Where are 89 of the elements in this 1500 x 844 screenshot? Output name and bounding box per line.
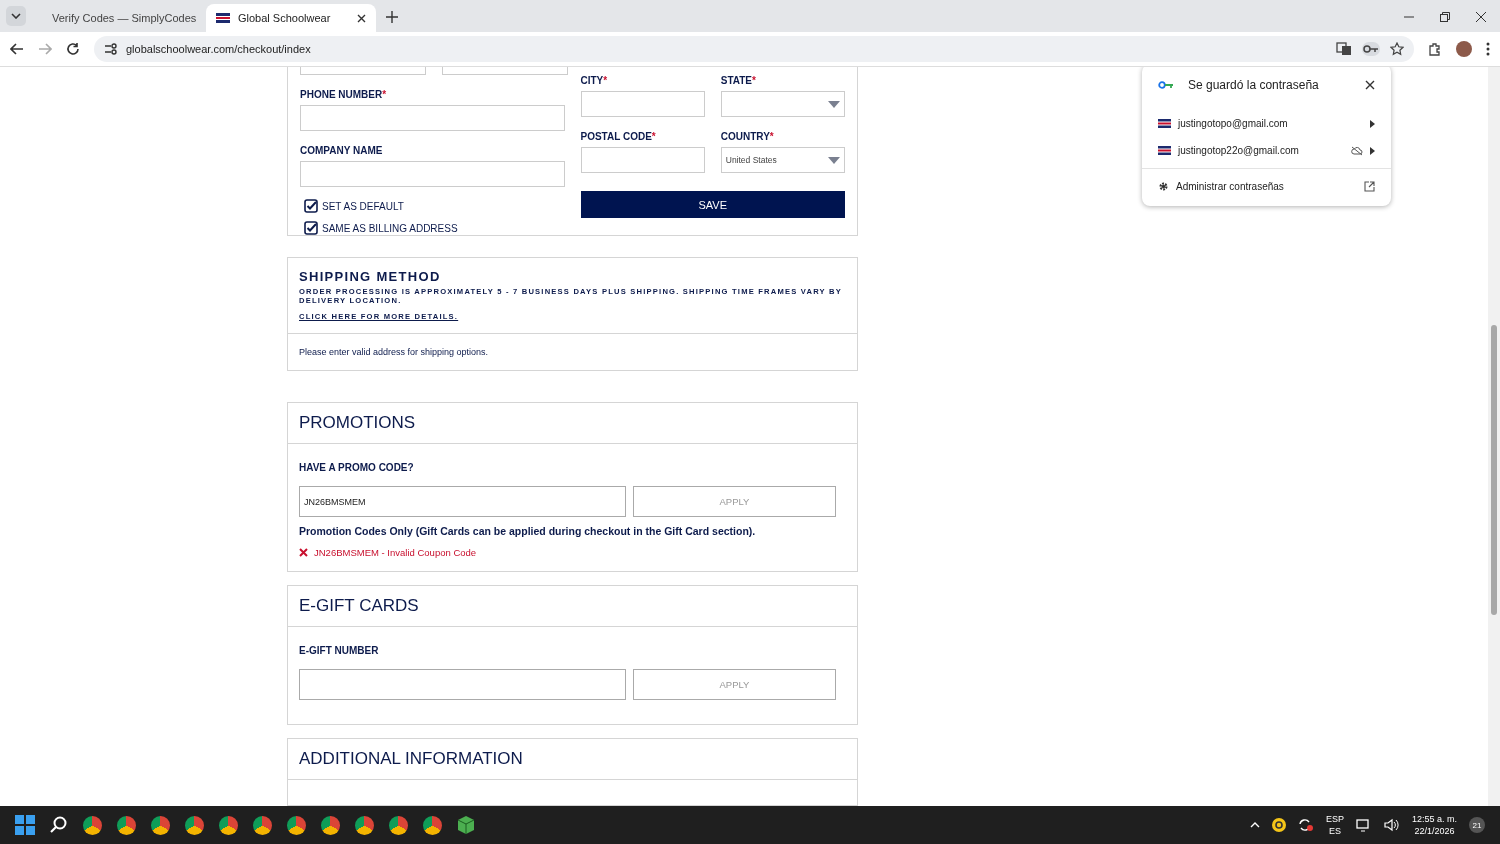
scrollbar[interactable] <box>1488 67 1500 806</box>
key-icon <box>1158 81 1174 89</box>
browser-app-icon[interactable] <box>117 815 136 835</box>
saved-account-item[interactable]: justingotop22o@gmail.com <box>1142 137 1391 164</box>
field-label: CITY* <box>580 75 609 86</box>
save-button[interactable]: SAVE <box>580 191 845 218</box>
section-title: ADDITIONAL INFORMATION <box>299 749 523 769</box>
checkbox-label: SET AS DEFAULT <box>322 200 404 212</box>
start-icon[interactable] <box>15 815 35 835</box>
error-message: JN26BMSMEM - Invalid Coupon Code <box>314 547 477 558</box>
caret-icon <box>11 13 21 19</box>
field-label: E-GIFT NUMBER <box>299 645 380 656</box>
dropdown[interactable]: United States <box>720 147 845 173</box>
field-label: STATE* <box>720 75 757 86</box>
promo-code-field[interactable]: JN26BMSMEM <box>299 486 626 517</box>
browser-tab[interactable]: Verify Codes — SimplyCodes <box>34 4 204 32</box>
input-field[interactable] <box>580 147 705 173</box>
browser-app-icon[interactable] <box>253 815 272 835</box>
checkbox[interactable] <box>304 199 318 213</box>
close-icon[interactable] <box>1476 12 1486 22</box>
external-link-icon <box>1364 181 1375 192</box>
shipping-message: Please enter valid address for shipping options. <box>299 347 489 357</box>
key-icon[interactable] <box>1362 42 1380 56</box>
checkbox-label: SAME AS BILLING ADDRESS <box>322 222 458 234</box>
browser-app-icon[interactable] <box>389 815 408 835</box>
saved-account-item[interactable]: justingotopo@gmail.com <box>1142 110 1391 137</box>
reload-icon[interactable] <box>66 42 80 56</box>
input-field[interactable] <box>300 161 565 187</box>
gift-number-field[interactable] <box>299 669 626 700</box>
browser-app-icon[interactable] <box>83 815 102 835</box>
browser-app-icon[interactable] <box>151 815 170 835</box>
field-label: PHONE NUMBER* <box>300 89 388 100</box>
browser-app-icon[interactable] <box>321 815 340 835</box>
chevron-up-icon[interactable] <box>1249 822 1260 828</box>
browser-app-icon[interactable] <box>423 815 442 835</box>
keyboard-layout-indicator[interactable]: ES <box>1328 826 1341 836</box>
translate-icon[interactable] <box>1336 42 1352 56</box>
browser-app-icon[interactable] <box>185 815 204 835</box>
field-label: COMPANY NAME <box>300 145 384 156</box>
browser-tab[interactable]: Global Schoolwear <box>206 4 376 32</box>
cube-icon[interactable] <box>457 815 475 835</box>
field-label: HAVE A PROMO CODE? <box>299 462 415 473</box>
sync-icon[interactable] <box>1297 818 1314 832</box>
input-field[interactable] <box>442 67 568 75</box>
notification-badge[interactable]: 21 <box>1469 817 1485 833</box>
browser-app-icon[interactable] <box>287 815 306 835</box>
language-indicator[interactable]: ESP <box>1325 814 1344 824</box>
field-label: POSTAL CODE* <box>580 131 657 142</box>
flag-icon <box>216 13 230 23</box>
flag-icon <box>1158 119 1171 128</box>
input-field[interactable] <box>300 105 565 131</box>
arrow-right-icon[interactable] <box>1370 146 1375 155</box>
caret-icon <box>828 100 840 108</box>
tab-list-button[interactable] <box>6 6 26 26</box>
back-icon[interactable] <box>10 43 24 55</box>
volume-icon[interactable] <box>1383 818 1400 832</box>
input-field[interactable] <box>300 67 426 75</box>
search-icon[interactable] <box>50 816 68 834</box>
input-field[interactable] <box>580 91 705 117</box>
coin-icon[interactable] <box>1271 818 1286 832</box>
restore-icon[interactable] <box>1440 12 1450 22</box>
puzzle-icon[interactable] <box>1428 42 1442 56</box>
site-settings-icon[interactable] <box>104 43 118 55</box>
arrow-right-icon[interactable] <box>1370 119 1375 128</box>
popup-title: Se guardó la contraseña <box>1188 78 1320 92</box>
checkbox[interactable] <box>304 221 318 235</box>
profile-avatar[interactable] <box>1456 41 1472 57</box>
error-icon <box>299 548 308 557</box>
new-tab-icon[interactable] <box>386 11 398 23</box>
browser-app-icon[interactable] <box>219 815 238 835</box>
network-icon[interactable] <box>1355 818 1372 832</box>
cloud-off-icon <box>1351 145 1363 156</box>
close-icon[interactable] <box>1365 80 1375 90</box>
address-field[interactable]: globalschoolwear.com/checkout/index <box>94 36 1414 62</box>
flag-icon <box>1158 146 1171 155</box>
promo-note: Promotion Codes Only (Gift Cards can be applied during checkout in the Gift Card section). <box>299 525 757 537</box>
star-icon[interactable] <box>1390 42 1404 56</box>
manage-passwords-item[interactable]: Administrar contraseñas <box>1142 173 1391 200</box>
section-title: SHIPPING METHOD <box>299 269 442 284</box>
settings-icon <box>1158 181 1169 192</box>
caret-icon <box>828 156 840 164</box>
section-title: E-GIFT CARDS <box>299 596 419 616</box>
close-icon[interactable] <box>357 13 366 23</box>
clock-time[interactable]: 12:55 a. m. <box>1411 814 1457 824</box>
section-title: PROMOTIONS <box>299 413 416 433</box>
browser-app-icon[interactable] <box>355 815 374 835</box>
menu-icon[interactable] <box>1486 42 1490 56</box>
clock-date[interactable]: 22/1/2026 <box>1414 826 1455 836</box>
field-label: COUNTRY* <box>720 131 775 142</box>
